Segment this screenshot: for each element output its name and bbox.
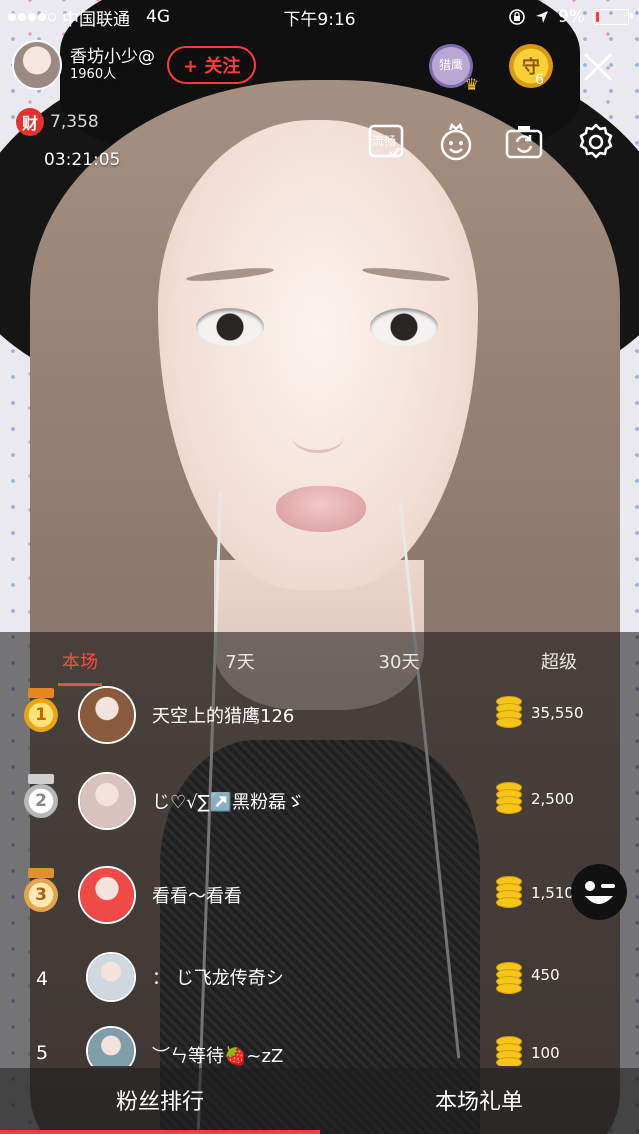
coin-stack-icon [496, 696, 522, 728]
nose [292, 420, 344, 453]
fan-contribution: 450 [531, 966, 560, 984]
bronze-medal-icon: 3 [24, 878, 58, 912]
top-fan-avatar-label: 猎鹰 [438, 58, 463, 72]
signal-strength-icon [8, 13, 56, 21]
fan-name: ： じ飞龙传奇シ [152, 968, 284, 989]
settings-button[interactable] [576, 122, 616, 162]
cute-face-icon [440, 122, 472, 161]
fan-name: じ♡√∑↗️黑粉磊ゞ [152, 792, 305, 813]
silver-medal-icon: 2 [24, 784, 58, 818]
fan-contribution: 100 [531, 1044, 560, 1062]
quality-label: 流畅 [372, 134, 397, 148]
fan-avatar[interactable] [78, 866, 136, 924]
lips [276, 486, 366, 532]
guard-count: 6 [535, 72, 544, 88]
face-effect-button[interactable] [436, 122, 476, 162]
gear-icon [579, 123, 613, 159]
switch-camera-icon [505, 126, 543, 159]
ranking-row[interactable]: 2 じ♡√∑↗️黑粉磊ゞ 2,500 [0, 772, 639, 832]
location-arrow-icon [536, 11, 549, 23]
ranking-period-tabs: 本场 7天 30天 超级 [0, 636, 639, 686]
fan-contribution: 35,550 [531, 704, 584, 722]
tab-this-show[interactable]: 本场 [62, 648, 98, 674]
ranking-row[interactable]: 1 天空上的猎鹰126 35,550 [0, 686, 639, 746]
left-eye [196, 308, 264, 346]
fan-avatar[interactable] [86, 952, 136, 1002]
follow-button[interactable]: + 关注 [167, 46, 257, 84]
fan-ranking-list[interactable]: 1 天空上的猎鹰126 35,550 2 じ♡√∑↗️黑粉磊ゞ 2,500 3 … [0, 686, 639, 1066]
coin-stack-icon [496, 962, 522, 994]
wealth-value: 7,358 [50, 112, 99, 132]
active-bottom-tab-underline [0, 1130, 320, 1134]
fan-avatar[interactable] [86, 1026, 136, 1066]
coin-stack-icon [496, 876, 522, 908]
tab-fan-ranking[interactable]: 粉丝排行 [116, 1084, 204, 1116]
fan-name: 看看～看看 [152, 886, 242, 907]
tab-super[interactable]: 超级 [541, 648, 577, 674]
fan-contribution: 2,500 [531, 790, 574, 808]
fan-avatar[interactable] [78, 686, 136, 744]
fan-contribution: 1,510 [531, 884, 574, 902]
medal-ribbon [28, 868, 54, 878]
host-avatar[interactable] [12, 40, 62, 90]
status-bar: 中国联通 4G 下午9:16 9% [0, 0, 639, 34]
host-name: 香坊小少@ [70, 47, 155, 67]
medal-ribbon [28, 688, 54, 698]
wealth-badge-icon: 财 [16, 108, 44, 136]
coin-stack-icon [496, 1036, 522, 1066]
host-card[interactable]: 香坊小少@ 1960人 + 关注 [12, 40, 257, 90]
bottom-tab-bar: 粉丝排行 本场礼单 [0, 1068, 639, 1134]
network-type: 4G [146, 7, 170, 27]
gold-medal-icon: 1 [24, 698, 58, 732]
medal-ribbon [28, 774, 54, 784]
ranking-row[interactable]: 3 看看～看看 1,510 [0, 866, 639, 926]
rotation-lock-icon [509, 9, 525, 25]
wink-face-icon[interactable] [569, 862, 629, 922]
live-timer: 03:21:05 [44, 150, 121, 170]
wealth-indicator[interactable]: 财 7,358 [16, 108, 99, 136]
fan-name: ︶ㄣ等待🍓~zZ [152, 1046, 284, 1066]
tab-gift-list[interactable]: 本场礼单 [435, 1084, 523, 1116]
fan-avatar[interactable] [78, 772, 136, 830]
top-fan-avatar[interactable]: 猎鹰 ♛ [429, 44, 479, 94]
carrier-name: 中国联通 [62, 9, 130, 30]
rank-number: 5 [36, 1042, 49, 1064]
ranking-row[interactable]: 5 ︶ㄣ等待🍓~zZ 100 [0, 1026, 639, 1066]
coin-stack-icon [496, 782, 522, 814]
battery-percent: 9% [558, 7, 585, 27]
tab-30-days[interactable]: 30天 [379, 648, 420, 674]
tab-7-days[interactable]: 7天 [225, 648, 254, 674]
smooth-quality-button[interactable]: 流畅 [366, 122, 406, 162]
fan-name: 天空上的猎鹰126 [152, 706, 295, 727]
clock: 下午9:16 [283, 9, 356, 30]
crown-icon: ♛ [464, 75, 479, 94]
ranking-row[interactable]: 4 ： じ飞龙传奇シ 450 [0, 952, 639, 1012]
rank-number: 4 [36, 968, 49, 990]
switch-camera-button[interactable] [504, 122, 544, 162]
host-fan-count: 1960人 [70, 67, 117, 83]
close-icon[interactable] [581, 50, 615, 84]
guard-shield-icon[interactable]: 守 [509, 44, 553, 88]
battery-icon [593, 9, 633, 25]
right-eye [370, 308, 438, 346]
